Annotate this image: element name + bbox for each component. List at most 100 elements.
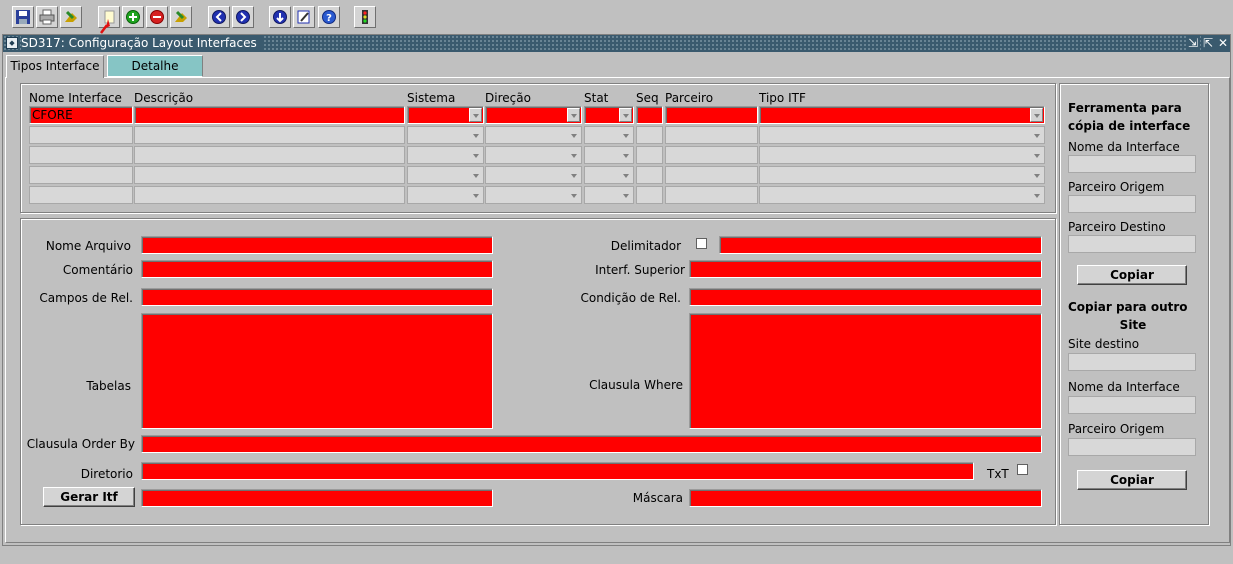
tab-tipos-interface[interactable]: Tipos Interface [6,55,104,78]
diretorio-field[interactable] [141,462,974,480]
cell-tipo-itf-select[interactable] [759,186,1045,204]
cell-parceiro[interactable] [665,146,758,164]
chevron-down-icon[interactable] [469,168,482,182]
exit-button-2[interactable] [170,6,192,28]
cell-descricao[interactable] [134,106,405,124]
cell-nome-interface[interactable] [29,146,133,164]
tab-detalhe[interactable]: Detalhe [107,55,203,77]
nome-arquivo-field[interactable] [141,236,493,254]
cell-stat-select[interactable] [584,146,634,164]
chevron-down-icon[interactable] [619,188,632,202]
cell-tipo-itf-select[interactable] [759,166,1045,184]
cell-descricao[interactable] [134,126,405,144]
cell-sistema-select[interactable] [407,106,484,124]
cell-nome-interface[interactable] [29,126,133,144]
cell-seq[interactable] [636,106,663,124]
cell-parceiro[interactable] [665,186,758,204]
chevron-down-icon[interactable] [619,108,632,122]
close-icon[interactable]: ✕ [1216,36,1230,50]
cell-sistema-select[interactable] [407,146,484,164]
cell-sistema-select[interactable] [407,186,484,204]
clausula-order-by-field[interactable] [141,435,1042,453]
site-nome-interface-field[interactable] [1068,396,1196,414]
cell-nome-interface[interactable] [29,106,133,124]
copiar-button[interactable]: Copiar [1077,265,1187,285]
query-button[interactable] [269,6,291,28]
insert-button[interactable] [122,6,144,28]
gerar-itf-field[interactable] [141,489,493,507]
chevron-down-icon[interactable] [469,128,482,142]
cell-descricao[interactable] [134,186,405,204]
cell-seq[interactable] [636,186,663,204]
chevron-down-icon[interactable] [1030,168,1043,182]
cell-descricao[interactable] [134,146,405,164]
delimitador-checkbox[interactable] [696,238,707,249]
txt-checkbox[interactable] [1017,464,1028,475]
cell-sistema-select[interactable] [407,126,484,144]
nome-interface-input[interactable] [30,107,132,123]
delimitador-field[interactable] [719,236,1042,254]
minimize-icon[interactable]: ⇲ [1186,36,1200,50]
cell-tipo-itf-select[interactable] [759,126,1045,144]
traffic-light-button[interactable] [354,6,376,28]
copy-nome-interface-field[interactable] [1068,155,1196,173]
cell-seq[interactable] [636,146,663,164]
chevron-down-icon[interactable] [1030,128,1043,142]
previous-button[interactable] [208,6,230,28]
help-button[interactable]: ? [318,6,340,28]
cell-stat-select[interactable] [584,126,634,144]
copiar-site-button[interactable]: Copiar [1077,470,1187,490]
cell-direcao-select[interactable] [485,106,582,124]
chevron-down-icon[interactable] [469,148,482,162]
site-parceiro-origem-field[interactable] [1068,438,1196,456]
chevron-down-icon[interactable] [1030,148,1043,162]
chevron-down-icon[interactable] [1030,188,1043,202]
cell-direcao-select[interactable] [485,126,582,144]
condicao-rel-field[interactable] [689,288,1042,306]
delete-button[interactable] [146,6,168,28]
chevron-down-icon[interactable] [1030,108,1043,122]
edit-button[interactable] [293,6,315,28]
tabelas-textarea[interactable] [141,313,493,429]
chevron-down-icon[interactable] [567,188,580,202]
cell-direcao-select[interactable] [485,186,582,204]
chevron-down-icon[interactable] [469,108,482,122]
cell-stat-select[interactable] [584,106,634,124]
gerar-itf-button[interactable]: Gerar Itf [43,487,135,507]
mascara-field[interactable] [689,489,1042,507]
next-button[interactable] [232,6,254,28]
comentario-field[interactable] [141,260,493,278]
cell-direcao-select[interactable] [485,166,582,184]
chevron-down-icon[interactable] [567,128,580,142]
chevron-down-icon[interactable] [619,148,632,162]
cell-parceiro[interactable] [665,126,758,144]
chevron-down-icon[interactable] [567,168,580,182]
cell-parceiro[interactable] [665,106,758,124]
cell-descricao[interactable] [134,166,405,184]
cell-seq[interactable] [636,126,663,144]
maximize-icon[interactable]: ⇱ [1201,36,1215,50]
copy-parceiro-destino-field[interactable] [1068,235,1196,253]
save-button[interactable] [12,6,34,28]
print-button[interactable] [36,6,58,28]
copy-parceiro-origem-field[interactable] [1068,195,1196,213]
chevron-down-icon[interactable] [619,168,632,182]
clausula-where-textarea[interactable] [689,313,1042,429]
cell-tipo-itf-select[interactable] [759,146,1045,164]
cell-stat-select[interactable] [584,166,634,184]
exit-button[interactable] [60,6,82,28]
chevron-down-icon[interactable] [619,128,632,142]
campos-rel-field[interactable] [141,288,493,306]
site-destino-field[interactable] [1068,353,1196,371]
cell-nome-interface[interactable] [29,186,133,204]
cell-stat-select[interactable] [584,186,634,204]
cell-direcao-select[interactable] [485,146,582,164]
chevron-down-icon[interactable] [567,148,580,162]
cell-sistema-select[interactable] [407,166,484,184]
cell-parceiro[interactable] [665,166,758,184]
chevron-down-icon[interactable] [469,188,482,202]
cell-seq[interactable] [636,166,663,184]
chevron-down-icon[interactable] [567,108,580,122]
interf-superior-field[interactable] [689,260,1042,278]
cell-tipo-itf-select[interactable] [759,106,1045,124]
